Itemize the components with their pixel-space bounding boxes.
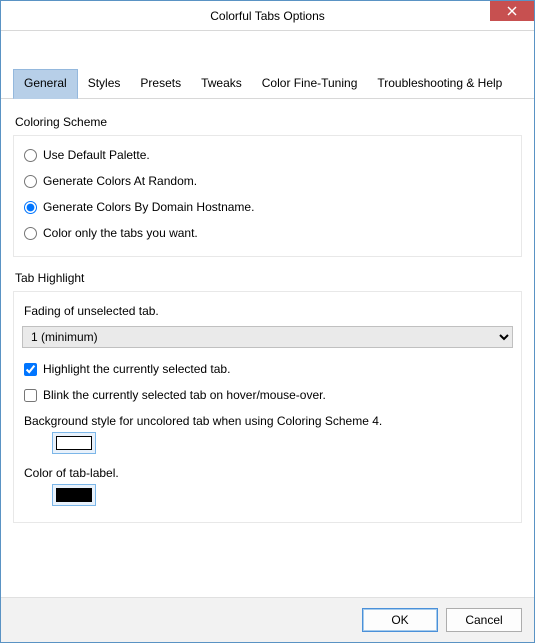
coloring-option-radio[interactable] xyxy=(24,227,37,240)
cancel-button[interactable]: Cancel xyxy=(446,608,522,632)
bg-style-swatch xyxy=(56,436,92,450)
coloring-option-label[interactable]: Generate Colors By Domain Hostname. xyxy=(43,200,254,214)
label-color-label: Color of tab-label. xyxy=(24,466,513,480)
blink-hover-label[interactable]: Blink the currently selected tab on hove… xyxy=(43,388,326,402)
dialog-footer: OK Cancel xyxy=(1,597,534,642)
ok-button[interactable]: OK xyxy=(362,608,438,632)
close-icon xyxy=(507,6,517,16)
coloring-option-radio[interactable] xyxy=(24,201,37,214)
close-button[interactable] xyxy=(490,1,534,21)
coloring-option-radio[interactable] xyxy=(24,175,37,188)
content-area: Coloring Scheme Use Default Palette. Gene… xyxy=(1,99,534,597)
tab-general[interactable]: General xyxy=(13,69,78,99)
bg-style-label: Background style for uncolored tab when … xyxy=(24,414,513,428)
tab-presets[interactable]: Presets xyxy=(130,70,191,98)
tab-bar: GeneralStylesPresetsTweaksColor Fine-Tun… xyxy=(1,31,534,99)
coloring-option-label[interactable]: Generate Colors At Random. xyxy=(43,174,197,188)
tab-styles[interactable]: Styles xyxy=(78,70,131,98)
titlebar: Colorful Tabs Options xyxy=(1,1,534,31)
tab-highlight-legend: Tab Highlight xyxy=(15,271,522,285)
fading-label: Fading of unselected tab. xyxy=(24,304,513,318)
blink-hover-checkbox[interactable] xyxy=(24,389,37,402)
tab-color-fine-tuning[interactable]: Color Fine-Tuning xyxy=(252,70,368,98)
tab-highlight-group: Fading of unselected tab. 1 (minimum) Hi… xyxy=(13,291,522,523)
bg-style-swatch-wrap[interactable] xyxy=(52,432,96,454)
window-title: Colorful Tabs Options xyxy=(210,9,325,23)
coloring-option-radio[interactable] xyxy=(24,149,37,162)
options-dialog: Colorful Tabs Options GeneralStylesPrese… xyxy=(0,0,535,643)
label-color-swatch xyxy=(56,488,92,502)
label-color-swatch-wrap[interactable] xyxy=(52,484,96,506)
highlight-selected-label[interactable]: Highlight the currently selected tab. xyxy=(43,362,230,376)
highlight-selected-checkbox[interactable] xyxy=(24,363,37,376)
coloring-option-label[interactable]: Color only the tabs you want. xyxy=(43,226,198,240)
coloring-option-label[interactable]: Use Default Palette. xyxy=(43,148,150,162)
tab-tweaks[interactable]: Tweaks xyxy=(191,70,252,98)
coloring-scheme-group: Use Default Palette. Generate Colors At R… xyxy=(13,135,522,257)
fading-select[interactable]: 1 (minimum) xyxy=(22,326,513,348)
tab-troubleshooting-help[interactable]: Troubleshooting & Help xyxy=(367,70,512,98)
coloring-scheme-legend: Coloring Scheme xyxy=(15,115,522,129)
